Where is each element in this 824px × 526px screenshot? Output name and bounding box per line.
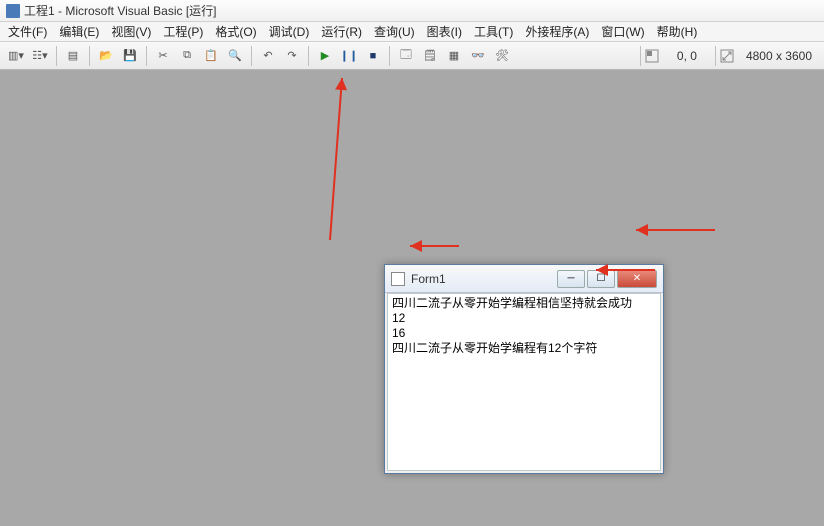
menu-editor-button[interactable]: ▤	[62, 45, 84, 67]
menu-debug[interactable]: 调试(D)	[263, 21, 316, 42]
menubar: 文件(F) 编辑(E) 视图(V) 工程(P) 格式(O) 调试(D) 运行(R…	[0, 22, 824, 42]
separator	[56, 46, 57, 66]
position-icon	[645, 49, 659, 63]
separator	[640, 46, 641, 66]
cut-button[interactable]: ✂	[152, 45, 174, 67]
undo-button[interactable]: ↶	[257, 45, 279, 67]
form1-title: Form1	[411, 272, 557, 286]
coordinates-display: 0, 0	[663, 47, 711, 65]
form1-window[interactable]: Form1 ─ ☐ ✕ 四川二流子从零开始学编程相信坚持就会成功 12 16 四…	[384, 264, 664, 474]
copy-button[interactable]: ⧉	[176, 45, 198, 67]
toolbox-button[interactable]: 🛠	[491, 45, 513, 67]
output-line-2: 12	[392, 311, 656, 326]
save-button[interactable]: 💾	[119, 45, 141, 67]
separator	[308, 46, 309, 66]
menu-tools[interactable]: 工具(T)	[468, 21, 519, 42]
separator	[715, 46, 716, 66]
add-form-button[interactable]: ☷▾	[29, 45, 51, 67]
run-button[interactable]: ▶	[314, 45, 336, 67]
pause-button[interactable]: ❙❙	[338, 45, 360, 67]
menu-project[interactable]: 工程(P)	[157, 21, 209, 42]
separator	[251, 46, 252, 66]
menu-run[interactable]: 运行(R)	[315, 21, 368, 42]
toolbar: ▥▾ ☷▾ ▤ 📂 💾 ✂ ⧉ 📋 🔍 ↶ ↷ ▶ ❙❙ ■ 🗔 🗒 ▦ 👓 🛠…	[0, 42, 824, 70]
size-display: 4800 x 3600	[738, 47, 820, 65]
menu-help[interactable]: 帮助(H)	[651, 21, 704, 42]
properties-button[interactable]: 🗒	[419, 45, 441, 67]
open-button[interactable]: 📂	[95, 45, 117, 67]
size-icon	[720, 49, 734, 63]
object-browser-button[interactable]: 👓	[467, 45, 489, 67]
add-project-button[interactable]: ▥▾	[5, 45, 27, 67]
redo-button[interactable]: ↷	[281, 45, 303, 67]
menu-edit[interactable]: 编辑(E)	[53, 21, 105, 42]
output-line-3: 16	[392, 326, 656, 341]
menu-query[interactable]: 查询(U)	[368, 21, 421, 42]
output-line-1: 四川二流子从零开始学编程相信坚持就会成功	[392, 296, 656, 311]
find-button[interactable]: 🔍	[224, 45, 246, 67]
menu-file[interactable]: 文件(F)	[2, 21, 53, 42]
menu-format[interactable]: 格式(O)	[209, 21, 262, 42]
close-button[interactable]: ✕	[617, 270, 657, 288]
annotation-arrow-3	[404, 238, 464, 254]
maximize-button[interactable]: ☐	[587, 270, 615, 288]
paste-button[interactable]: 📋	[200, 45, 222, 67]
project-explorer-button[interactable]: 🗔	[395, 45, 417, 67]
menu-diagram[interactable]: 图表(I)	[421, 21, 468, 42]
menu-addins[interactable]: 外接程序(A)	[519, 21, 595, 42]
app-titlebar: 工程1 - Microsoft Visual Basic [运行]	[0, 0, 824, 22]
annotation-arrow-1	[280, 70, 360, 250]
separator	[89, 46, 90, 66]
stop-button[interactable]: ■	[362, 45, 384, 67]
mdi-client-area: Form1 ─ ☐ ✕ 四川二流子从零开始学编程相信坚持就会成功 12 16 四…	[0, 70, 824, 526]
output-line-4: 四川二流子从零开始学编程有12个字符	[392, 341, 656, 356]
minimize-button[interactable]: ─	[557, 270, 585, 288]
app-icon	[6, 4, 20, 18]
app-title: 工程1 - Microsoft Visual Basic [运行]	[24, 2, 217, 19]
form-layout-button[interactable]: ▦	[443, 45, 465, 67]
form1-titlebar[interactable]: Form1 ─ ☐ ✕	[385, 265, 663, 293]
form1-client-area[interactable]: 四川二流子从零开始学编程相信坚持就会成功 12 16 四川二流子从零开始学编程有…	[387, 293, 661, 471]
separator	[389, 46, 390, 66]
menu-window[interactable]: 窗口(W)	[595, 21, 650, 42]
menu-view[interactable]: 视图(V)	[105, 21, 157, 42]
annotation-arrow-2	[630, 220, 720, 240]
form-icon	[391, 272, 405, 286]
separator	[146, 46, 147, 66]
